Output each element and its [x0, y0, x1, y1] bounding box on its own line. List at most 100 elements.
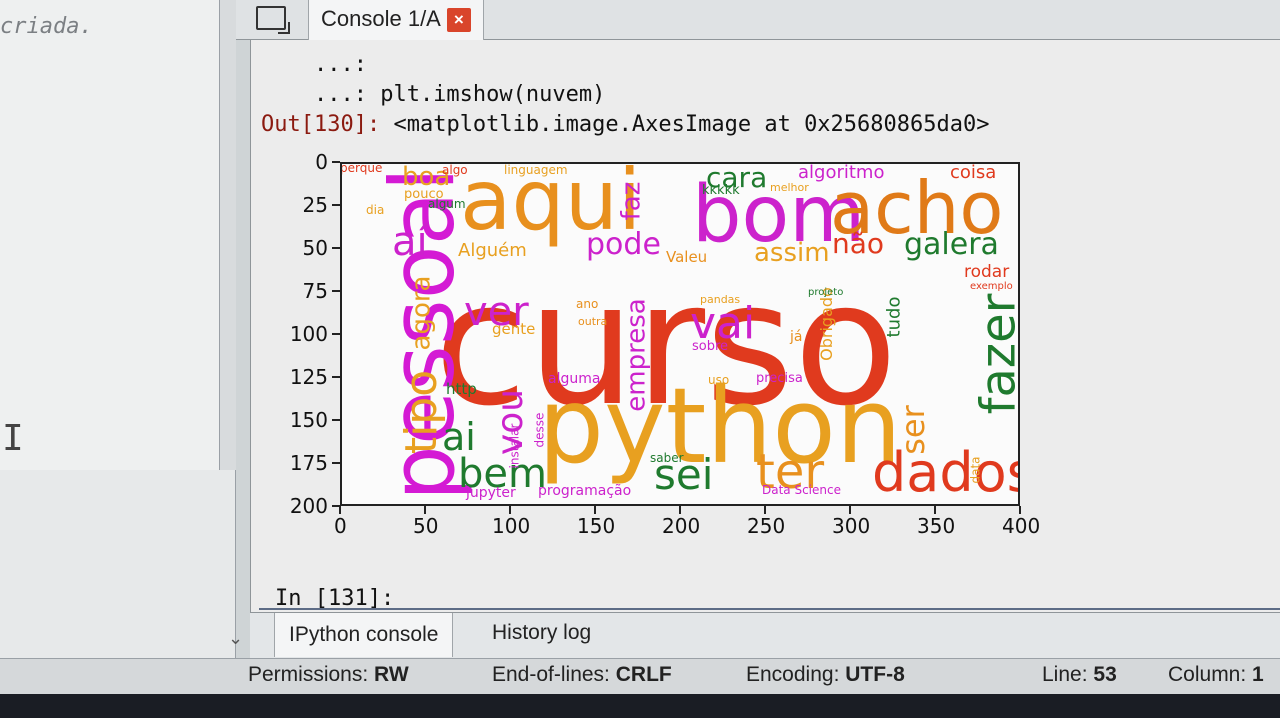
close-icon[interactable]: × — [446, 8, 471, 32]
y-tick-label: 125 — [289, 365, 328, 389]
wordcloud-word: algo — [442, 163, 468, 177]
status-line: Line: 53 — [1042, 663, 1117, 687]
wordcloud-word: rodar — [964, 262, 1010, 282]
y-tick-mark — [332, 290, 340, 292]
wordcloud-word: Alguém — [458, 240, 527, 261]
encoding-value: UTF-8 — [845, 663, 905, 686]
console-tabbar: Console 1/A × — [236, 0, 1280, 40]
text-cursor: I — [2, 418, 24, 459]
column-value: 1 — [1252, 663, 1264, 686]
permissions-value: RW — [374, 663, 409, 686]
wordcloud-word: projeto — [808, 287, 844, 298]
y-tick-label: 25 — [302, 193, 328, 217]
wordcloud-word: outra — [578, 315, 608, 328]
wordcloud-word: instalar — [507, 423, 522, 469]
editor-scrollbar[interactable] — [220, 0, 236, 470]
status-bar: Permissions: RW End-of-lines: CRLF Encod… — [0, 658, 1280, 694]
wordcloud-word: ser — [893, 405, 932, 455]
y-tick-label: 175 — [289, 451, 328, 475]
y-tick-label: 75 — [302, 279, 328, 303]
wordcloud-word: agora — [406, 275, 437, 351]
wordcloud-word: precisa — [756, 371, 803, 386]
wordcloud-image: curso python pessoal aqui bom acho dados ter faz… — [340, 162, 1020, 506]
y-tick-mark — [332, 161, 340, 163]
wordcloud-word: dia — [366, 203, 385, 217]
eol-label: End-of-lines: — [492, 663, 610, 686]
x-tick-label: 400 — [1002, 514, 1041, 538]
x-tick-label: 350 — [917, 514, 956, 538]
out-prompt: Out[130]: — [261, 112, 381, 137]
browse-tabs-icon[interactable] — [256, 6, 290, 34]
chevron-down-icon[interactable]: ⌄ — [228, 628, 243, 649]
tab-console-label: Console 1/A — [321, 6, 441, 31]
y-tick-mark — [332, 204, 340, 206]
column-label: Column: — [1168, 663, 1247, 686]
wordcloud-word: sobre — [692, 339, 729, 354]
wordcloud-word: assim — [754, 238, 830, 268]
wordcloud-word: Valeu — [666, 248, 708, 266]
wordcloud-word: exemplo — [970, 281, 1013, 292]
x-tick-mark — [849, 506, 851, 514]
x-tick-mark — [594, 506, 596, 514]
wordcloud-word: alguma — [548, 371, 601, 387]
wordcloud-word: http — [446, 380, 477, 398]
wordcloud-word: melhor — [770, 181, 809, 194]
code-fragment: criada. — [0, 14, 93, 39]
wordcloud-word: galera — [904, 227, 999, 262]
wordcloud-word: não — [832, 227, 885, 260]
wordcloud-word: tipo — [396, 369, 448, 455]
y-tick-mark — [332, 462, 340, 464]
bottom-tabbar: IPython console History log — [250, 612, 1280, 658]
wordcloud-word: Data Science — [762, 483, 841, 497]
wordcloud-word: desse — [532, 412, 547, 448]
y-tick-mark — [332, 376, 340, 378]
wordcloud-word: Obrigado — [816, 287, 836, 361]
permissions-label: Permissions: — [248, 663, 369, 686]
wordcloud-word: pandas — [700, 293, 741, 306]
wordcloud-plot: curso python pessoal aqui bom acho dados ter faz… — [288, 148, 1048, 548]
wordcloud-word: tudo — [883, 296, 905, 338]
output-text: <matplotlib.image.AxesImage at 0x2568086… — [380, 112, 990, 137]
wordcloud-word: empresa — [621, 298, 652, 412]
status-encoding: Encoding: UTF-8 — [746, 663, 905, 687]
y-tick-mark — [332, 333, 340, 335]
x-tick-mark — [934, 506, 936, 514]
x-tick-label: 250 — [747, 514, 786, 538]
wordcloud-word: fazer — [970, 293, 1020, 415]
tab-console[interactable]: Console 1/A × — [308, 0, 484, 40]
wordcloud-word: algum — [428, 197, 466, 211]
eol-value: CRLF — [615, 663, 672, 686]
tab-ipython-console[interactable]: IPython console — [274, 613, 454, 657]
x-tick-label: 0 — [334, 514, 347, 538]
input-line-border — [259, 608, 1280, 610]
x-tick-mark — [1019, 506, 1021, 514]
wordcloud-word: ano — [576, 297, 599, 311]
x-tick-label: 150 — [577, 514, 616, 538]
x-tick-label: 200 — [662, 514, 701, 538]
status-eol: End-of-lines: CRLF — [492, 663, 672, 687]
y-tick-label: 100 — [289, 322, 328, 346]
x-tick-label: 50 — [413, 514, 439, 538]
wordcloud-word: faz — [616, 181, 647, 221]
y-tick-label: 200 — [289, 494, 328, 518]
wordcloud-word: aí — [392, 219, 428, 265]
wordcloud-word: kkkkk — [702, 183, 740, 198]
wordcloud-word: linguagem — [504, 163, 568, 177]
wordcloud-word: já — [790, 329, 803, 345]
y-tick-mark — [332, 247, 340, 249]
y-tick-label: 150 — [289, 408, 328, 432]
encoding-label: Encoding: — [746, 663, 840, 686]
y-tick-mark — [332, 419, 340, 421]
wordcloud-word: jupyter — [466, 485, 516, 501]
wordcloud-word: saber — [650, 451, 684, 465]
tab-history-log[interactable]: History log — [492, 621, 591, 645]
x-tick-mark — [424, 506, 426, 514]
wordcloud-word: data — [968, 456, 983, 484]
editor-pane[interactable]: criada. I — [0, 0, 220, 470]
x-tick-mark — [679, 506, 681, 514]
y-tick-label: 0 — [315, 150, 328, 174]
wordcloud-word: coisa — [950, 162, 997, 183]
x-tick-mark — [509, 506, 511, 514]
line-label: Line: — [1042, 663, 1088, 686]
wordcloud-word: perque — [340, 162, 383, 175]
